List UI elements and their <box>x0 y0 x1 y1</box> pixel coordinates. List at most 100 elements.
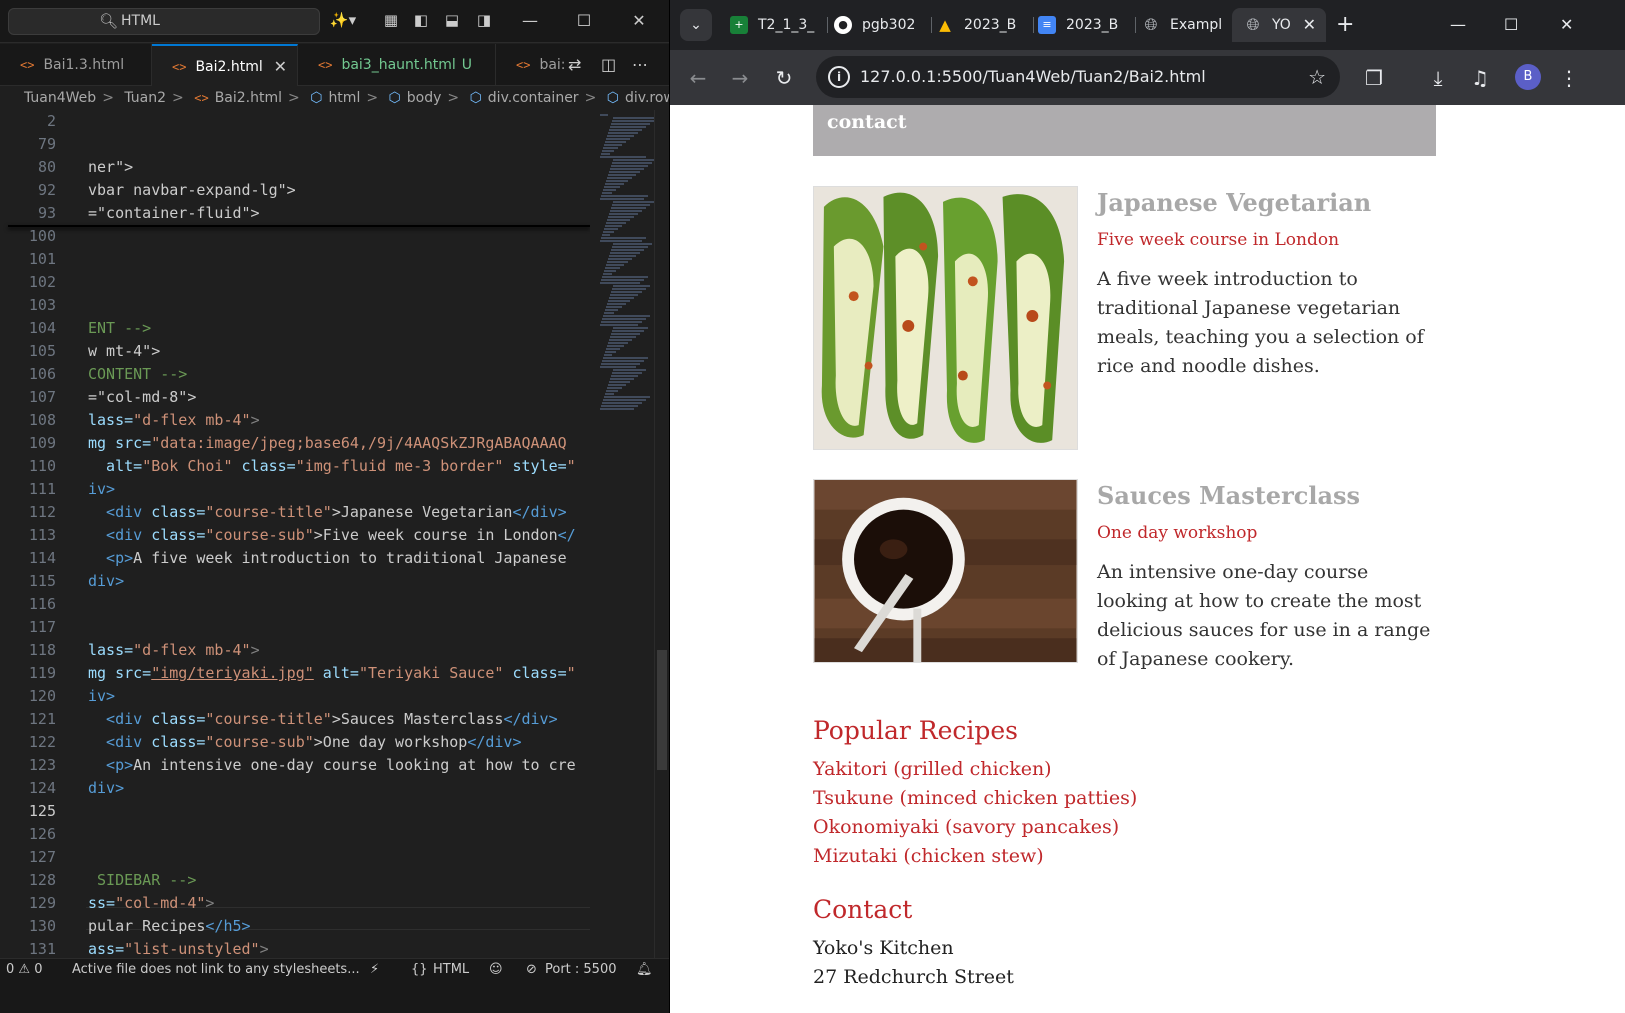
minimap-line <box>613 243 652 245</box>
minimap-line <box>603 231 614 233</box>
chrome-tab-strip: ⌄ + T2_1_3_ ● pgb302 ▲ 2023_B ≡ 2023_B 🌐︎ Exa… <box>670 0 1625 50</box>
nav-link-contact[interactable]: contact <box>827 111 907 133</box>
minimap-line <box>613 369 646 371</box>
download-icon[interactable]: ⤓ <box>1424 64 1452 92</box>
close-icon[interactable]: ✕ <box>624 9 654 33</box>
minimize-icon[interactable]: — <box>1450 12 1466 38</box>
maximize-icon[interactable]: ☐ <box>1504 12 1518 38</box>
command-center-search[interactable]: 🔍︎ HTML <box>8 8 320 35</box>
tab-bai3-haunt[interactable]: <> bai3_haunt.html U <box>298 44 496 86</box>
minimap-line <box>601 153 610 155</box>
element-cube-icon: ⬡ <box>469 90 482 106</box>
extensions-icon[interactable]: ❐ <box>1360 64 1388 92</box>
back-arrow-icon[interactable]: ← <box>684 64 712 92</box>
untracked-badge: U <box>461 57 472 73</box>
code-line: 93 ="container-fluid"> <box>37 204 260 222</box>
customize-layout-icon[interactable]: ▦ <box>381 10 401 30</box>
problems-indicator[interactable]: 0 ⚠ 0 <box>6 959 42 981</box>
chevron-right-icon: > <box>172 90 184 106</box>
minimap-line <box>612 120 654 122</box>
browser-tab[interactable]: + T2_1_3_ <box>726 8 828 42</box>
minimap-line <box>600 114 608 116</box>
recipe-link[interactable]: Tsukune (minced chicken patties) <box>813 787 1137 809</box>
close-icon[interactable]: ✕ <box>1560 12 1573 38</box>
toggle-primary-sidebar-icon[interactable]: ◧ <box>411 10 431 30</box>
open-changes-icon[interactable]: ⇄ <box>568 44 581 86</box>
address-bar[interactable]: i 127.0.0.1:5500/Tuan4Web/Tuan2/Bai2.htm… <box>816 56 1340 98</box>
media-controls-icon[interactable]: ♫ <box>1466 64 1494 92</box>
bookmark-star-icon[interactable]: ☆ <box>1308 56 1326 98</box>
minimap-line <box>613 117 658 119</box>
tab-close-icon[interactable]: ✕ <box>1303 8 1316 42</box>
status-message[interactable]: Active file does not link to any stylesh… <box>72 959 360 981</box>
menu-icon[interactable]: ⋮ <box>1555 64 1583 92</box>
site-info-icon[interactable]: i <box>828 66 850 88</box>
breadcrumb-item[interactable]: Bai2.html <box>215 90 282 106</box>
code-line: 92 vbar navbar-expand-lg"> <box>37 181 296 199</box>
breadcrumb-item[interactable]: Tuan2 <box>124 90 166 106</box>
toggle-panel-icon[interactable]: ⬓ <box>442 10 462 30</box>
minimap-line <box>611 165 648 167</box>
recipe-link[interactable]: Mizutaki (chicken stew) <box>813 845 1044 867</box>
minimize-icon[interactable]: — <box>515 9 545 33</box>
toggle-secondary-sidebar-icon[interactable]: ◨ <box>474 10 494 30</box>
tab-bai-truncated[interactable]: <> bai: <box>496 44 566 86</box>
forward-arrow-icon[interactable]: → <box>726 64 754 92</box>
html-file-icon: <> <box>172 60 187 74</box>
code-line: 111 iv> <box>28 480 116 498</box>
browser-tab-active[interactable]: 🌐︎ YO ✕ <box>1232 8 1326 42</box>
scrollbar-thumb[interactable] <box>657 650 667 770</box>
code-line: 115 div> <box>28 572 125 590</box>
minimap-line <box>602 192 612 194</box>
minimap-line <box>606 348 620 350</box>
minimap-line <box>603 147 618 149</box>
recipe-link[interactable]: Okonomiyaki (savory pancakes) <box>813 816 1119 838</box>
minimap-line <box>610 252 640 254</box>
breadcrumb-item[interactable]: div.container <box>488 90 579 106</box>
breadcrumb-item[interactable]: body <box>407 90 442 106</box>
code-editor[interactable]: 2 79 80 ner"> 92 vbar navbar-expand-lg"> 9… <box>0 110 590 958</box>
minimap-line <box>600 408 634 410</box>
tab-bai1-3[interactable]: <> Bai1.3.html <box>0 44 152 86</box>
tab-search-dropdown-icon[interactable]: ⌄ <box>680 9 712 41</box>
language-mode[interactable]: HTML <box>433 959 469 981</box>
html-file-icon: <> <box>194 91 209 105</box>
reload-icon[interactable]: ↻ <box>770 64 798 92</box>
minimap[interactable] <box>590 110 658 958</box>
more-actions-icon[interactable]: ⋯ <box>632 44 648 86</box>
url-text[interactable]: 127.0.0.1:5500/Tuan4Web/Tuan2/Bai2.html <box>860 56 1206 98</box>
tab-bai2[interactable]: <> Bai2.html ✕ <box>152 44 298 86</box>
browser-tab[interactable]: ▲ 2023_B <box>932 8 1034 42</box>
code-line: 123 <p>An intensive one-day course looki… <box>28 756 576 774</box>
browser-tab[interactable]: ● pgb302 <box>830 8 932 42</box>
element-cube-icon: ⬡ <box>388 90 401 106</box>
profile-avatar[interactable]: B <box>1515 64 1541 90</box>
maximize-icon[interactable]: ☐ <box>569 9 599 33</box>
copilot-icon[interactable]: ✨▾ <box>326 10 360 30</box>
split-editor-icon[interactable]: ◫ <box>601 44 616 86</box>
browser-tab[interactable]: 🌐︎ Exampl <box>1138 8 1234 42</box>
lightning-icon[interactable]: ⚡︎ <box>370 959 379 981</box>
minimap-line <box>601 321 642 323</box>
browser-tab[interactable]: ≡ 2023_B <box>1034 8 1136 42</box>
breadcrumb-item[interactable]: Tuan4Web <box>24 90 96 106</box>
bell-icon[interactable]: 🔔︎ <box>636 959 653 981</box>
minimap-line <box>601 279 644 281</box>
course-description: A five week introduction to traditional … <box>1097 268 1424 377</box>
live-server-port[interactable]: Port : 5500 <box>545 959 617 981</box>
web-page[interactable]: contact Japanese Vegetarian Five week co… <box>670 105 1625 1013</box>
course-title: Japanese Vegetarian <box>1097 188 1372 217</box>
breadcrumb-item[interactable]: html <box>328 90 360 106</box>
code-line: 109 mg src="data:image/jpeg;base64,/9j/4A… <box>28 434 567 452</box>
editor-scrollbar[interactable] <box>654 110 668 958</box>
minimap-line <box>605 267 620 269</box>
tab-close-icon[interactable]: ✕ <box>274 46 287 88</box>
copilot-status-icon[interactable]: ☺ <box>489 959 503 981</box>
new-tab-icon[interactable]: + <box>1336 12 1354 38</box>
breadcrumb-item[interactable]: div.row.mt <box>625 90 669 106</box>
minimap-line <box>602 234 610 236</box>
recipe-link[interactable]: Yakitori (grilled chicken) <box>813 758 1052 780</box>
command-center-text: HTML <box>121 13 160 29</box>
minimap-line <box>601 195 648 197</box>
chrome-toolbar: ← → ↻ i 127.0.0.1:5500/Tuan4Web/Tuan2/Ba… <box>670 50 1625 105</box>
